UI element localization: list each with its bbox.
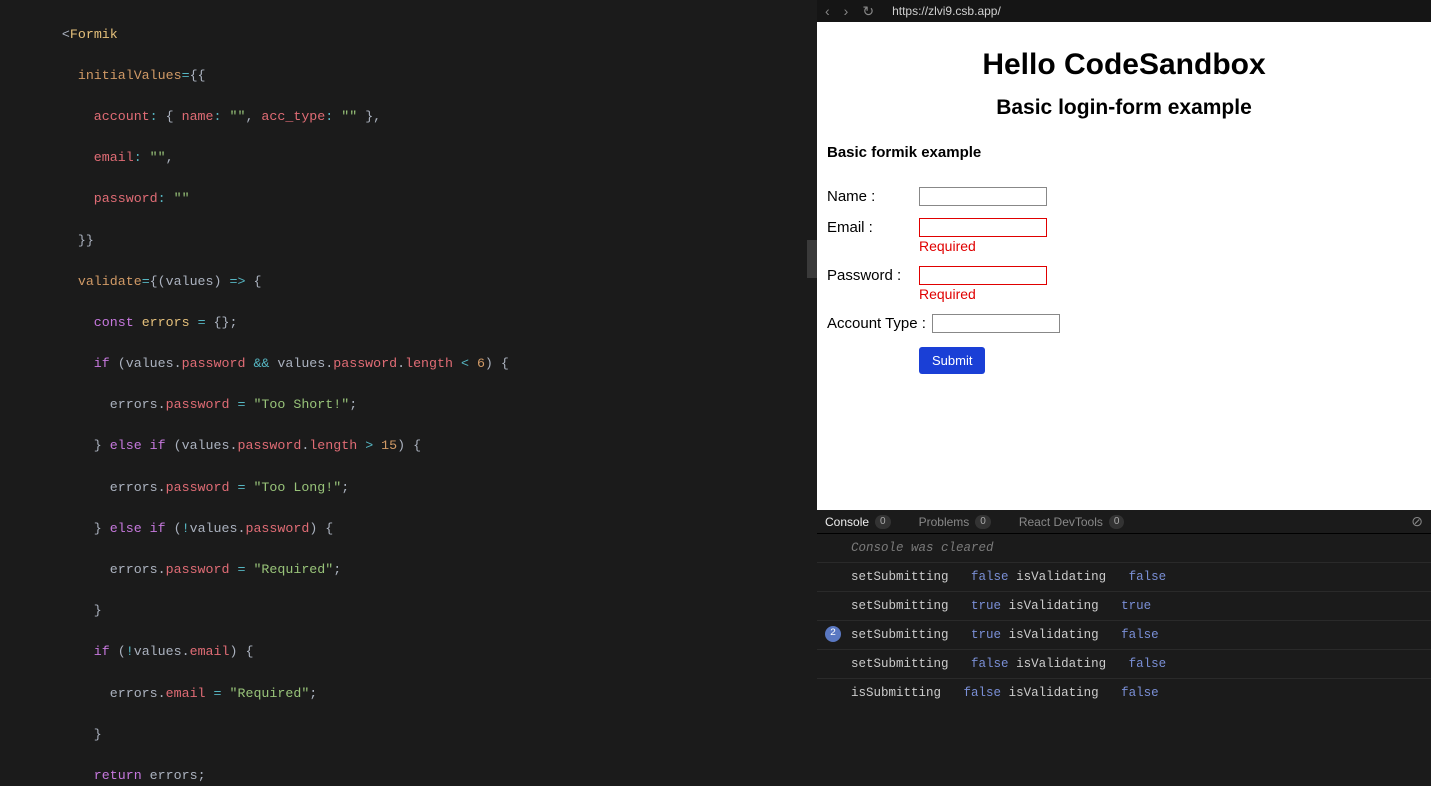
submit-button[interactable]: Submit xyxy=(919,347,985,374)
email-label: Email : xyxy=(827,218,919,236)
email-error: Required xyxy=(919,238,1047,254)
console-log-row: 2setSubmitting true isValidating false xyxy=(817,620,1431,649)
console-log-row: isSubmitting false isValidating false xyxy=(817,678,1431,707)
console-output[interactable]: Console was clearedsetSubmitting false i… xyxy=(817,534,1431,786)
name-label: Name : xyxy=(827,187,919,205)
console-log-row: setSubmitting false isValidating false xyxy=(817,649,1431,678)
preview-h2: Basic login-form example xyxy=(827,96,1421,120)
preview-toolbar: ‹ › ↻ https://zlvi9.csb.app/ xyxy=(817,0,1431,22)
clear-console-icon[interactable]: ⊘ xyxy=(1411,513,1423,530)
preview-pane: Hello CodeSandbox Basic login-form examp… xyxy=(817,22,1431,510)
nav-back-icon[interactable]: ‹ xyxy=(825,4,830,18)
code-content[interactable]: <Formik initialValues={{ account: { name… xyxy=(0,0,817,786)
account-type-input[interactable] xyxy=(932,314,1060,333)
console-log-row: Console was cleared xyxy=(817,534,1431,562)
tab-problems[interactable]: Problems0 xyxy=(919,515,991,529)
nav-reload-icon[interactable]: ↻ xyxy=(862,4,874,18)
address-bar[interactable]: https://zlvi9.csb.app/ xyxy=(886,4,1423,18)
login-form: Name : Email : Required Password : xyxy=(827,183,1421,374)
console-log-row: setSubmitting false isValidating false xyxy=(817,562,1431,591)
nav-forward-icon[interactable]: › xyxy=(844,4,849,18)
password-label: Password : xyxy=(827,266,919,284)
name-input[interactable] xyxy=(919,187,1047,206)
console-log-row: setSubmitting true isValidating true xyxy=(817,591,1431,620)
email-input[interactable] xyxy=(919,218,1047,237)
tab-react-devtools[interactable]: React DevTools0 xyxy=(1019,515,1125,529)
password-input[interactable] xyxy=(919,266,1047,285)
console-tabs: Console0 Problems0 React DevTools0 ⊘ xyxy=(817,510,1431,534)
preview-h1: Hello CodeSandbox xyxy=(827,48,1421,82)
scrollbar-thumb[interactable] xyxy=(807,240,817,278)
account-type-label: Account Type : xyxy=(827,314,926,332)
tab-console[interactable]: Console0 xyxy=(825,515,891,529)
password-error: Required xyxy=(919,286,1047,302)
code-editor[interactable]: <Formik initialValues={{ account: { name… xyxy=(0,0,817,786)
preview-h3: Basic formik example xyxy=(827,144,1421,161)
